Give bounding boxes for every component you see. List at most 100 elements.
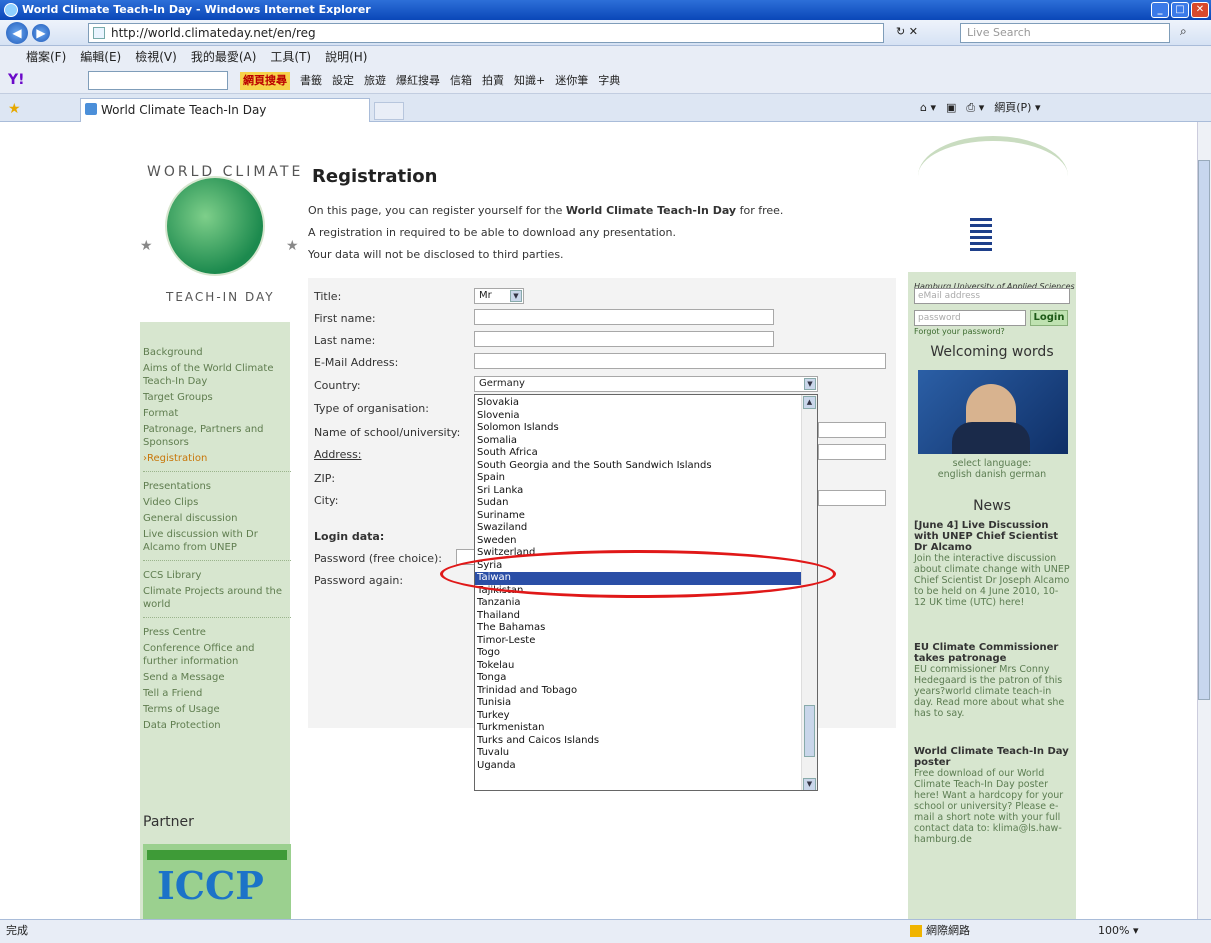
yahoo-knowledge-button[interactable]: 知識+ bbox=[514, 72, 545, 90]
country-option[interactable]: Slovakia bbox=[475, 397, 803, 410]
country-option[interactable]: Switzerland bbox=[475, 547, 803, 560]
yahoo-hot-search-button[interactable]: 爆紅搜尋 bbox=[396, 72, 440, 90]
country-option[interactable]: Turkey bbox=[475, 710, 803, 723]
new-tab-button[interactable] bbox=[374, 102, 404, 120]
first-name-field[interactable] bbox=[474, 309, 774, 325]
country-option[interactable]: Suriname bbox=[475, 510, 803, 523]
sidebar-item-presentations[interactable]: Presentations bbox=[143, 480, 291, 493]
url-input[interactable]: http://world.climateday.net/en/reg bbox=[88, 23, 884, 43]
sidebar-item-aims[interactable]: Aims of the World Climate Teach-In Day bbox=[143, 362, 291, 388]
menu-favorites[interactable]: 我的最愛(A) bbox=[191, 46, 257, 68]
country-option[interactable]: Tanzania bbox=[475, 597, 803, 610]
country-option[interactable]: Trinidad and Tobago bbox=[475, 685, 803, 698]
yahoo-mail-button[interactable]: 信箱 bbox=[450, 72, 472, 90]
page-scrollbar[interactable] bbox=[1197, 122, 1211, 919]
sidebar-item-tell-friend[interactable]: Tell a Friend bbox=[143, 687, 291, 700]
sidebar-item-ccs-library[interactable]: CCS Library bbox=[143, 569, 291, 582]
country-option[interactable]: Tonga bbox=[475, 672, 803, 685]
password-field[interactable] bbox=[456, 549, 476, 565]
zoom-level[interactable]: 100% ▾ bbox=[1098, 920, 1138, 942]
country-option[interactable]: Thailand bbox=[475, 610, 803, 623]
sidebar-item-send-message[interactable]: Send a Message bbox=[143, 671, 291, 684]
sidebar-item-terms[interactable]: Terms of Usage bbox=[143, 703, 291, 716]
country-option[interactable]: Tokelau bbox=[475, 660, 803, 673]
country-option[interactable]: Sweden bbox=[475, 535, 803, 548]
sidebar-item-live-discussion[interactable]: Live discussion with Dr Alcamo from UNEP bbox=[143, 528, 291, 554]
country-option[interactable]: Togo bbox=[475, 647, 803, 660]
login-email-field[interactable]: eMail address bbox=[914, 288, 1070, 304]
close-button[interactable]: ✕ bbox=[1191, 2, 1209, 18]
sidebar-item-patronage[interactable]: Patronage, Partners and Sponsors bbox=[143, 423, 291, 449]
favorites-star-icon[interactable]: ★ bbox=[8, 101, 21, 117]
menu-edit[interactable]: 編輯(E) bbox=[80, 46, 121, 68]
country-option[interactable]: Turkmenistan bbox=[475, 722, 803, 735]
chevron-down-icon[interactable]: ▼ bbox=[510, 290, 522, 302]
last-name-field[interactable] bbox=[474, 331, 774, 347]
scroll-thumb[interactable] bbox=[804, 705, 815, 757]
language-links[interactable]: english danish german bbox=[908, 469, 1076, 480]
menu-help[interactable]: 說明(H) bbox=[325, 46, 367, 68]
country-option[interactable]: South Georgia and the South Sandwich Isl… bbox=[475, 460, 803, 473]
sidebar-item-general-discussion[interactable]: General discussion bbox=[143, 512, 291, 525]
forward-button[interactable]: ▶ bbox=[32, 24, 50, 42]
country-option[interactable]: Tuvalu bbox=[475, 747, 803, 760]
email-field[interactable] bbox=[474, 353, 886, 369]
country-select[interactable]: Germany ▼ bbox=[474, 376, 818, 392]
yahoo-logo[interactable]: Y! bbox=[8, 72, 25, 88]
country-option[interactable]: Syria bbox=[475, 560, 803, 573]
search-icon[interactable]: ⌕ bbox=[1180, 24, 1187, 39]
menu-file[interactable]: 檔案(F) bbox=[26, 46, 66, 68]
yahoo-travel-button[interactable]: 旅遊 bbox=[364, 72, 386, 90]
yahoo-dictionary-button[interactable]: 字典 bbox=[598, 72, 620, 90]
yahoo-web-search-button[interactable]: 網頁搜尋 bbox=[240, 72, 290, 90]
sidebar-item-target-groups[interactable]: Target Groups bbox=[143, 391, 291, 404]
country-option[interactable]: Timor-Leste bbox=[475, 635, 803, 648]
scroll-down-icon[interactable]: ▼ bbox=[803, 778, 816, 790]
iccp-logo[interactable]: ICCP bbox=[143, 844, 291, 919]
country-option[interactable]: Tunisia bbox=[475, 697, 803, 710]
search-input[interactable]: Live Search bbox=[960, 23, 1170, 43]
login-button[interactable]: Login bbox=[1030, 310, 1068, 326]
country-option[interactable]: The Bahamas bbox=[475, 622, 803, 635]
sidebar-item-format[interactable]: Format bbox=[143, 407, 291, 420]
dropdown-scrollbar[interactable]: ▲ ▼ bbox=[801, 395, 817, 790]
sidebar-item-video-clips[interactable]: Video Clips bbox=[143, 496, 291, 509]
address-field[interactable] bbox=[818, 444, 886, 460]
scroll-up-icon[interactable]: ▲ bbox=[803, 396, 816, 409]
feeds-icon[interactable]: ▣ bbox=[946, 100, 956, 116]
country-option[interactable]: Spain bbox=[475, 472, 803, 485]
country-option[interactable]: Sri Lanka bbox=[475, 485, 803, 498]
news-item[interactable]: World Climate Teach-In Day poster Free d… bbox=[914, 746, 1070, 845]
page-menu-button[interactable]: 網頁(P) ▾ bbox=[994, 100, 1040, 116]
yahoo-auction-button[interactable]: 拍賣 bbox=[482, 72, 504, 90]
menu-tools[interactable]: 工具(T) bbox=[270, 46, 311, 68]
city-field[interactable] bbox=[818, 490, 886, 506]
maximize-button[interactable]: □ bbox=[1171, 2, 1189, 18]
print-icon[interactable]: ⎙ ▾ bbox=[966, 100, 984, 116]
country-option[interactable]: Sudan bbox=[475, 497, 803, 510]
back-button[interactable]: ◀ bbox=[6, 22, 28, 44]
login-password-field[interactable]: password bbox=[914, 310, 1026, 326]
forgot-password-link[interactable]: Forgot your password? bbox=[914, 327, 1005, 336]
country-option[interactable]: Solomon Islands bbox=[475, 422, 803, 435]
yahoo-bookmarks-button[interactable]: 書籤 bbox=[300, 72, 322, 90]
country-option[interactable]: Slovenia bbox=[475, 410, 803, 423]
sidebar-item-press-centre[interactable]: Press Centre bbox=[143, 626, 291, 639]
yahoo-search-input[interactable] bbox=[88, 71, 228, 90]
country-option[interactable]: Swaziland bbox=[475, 522, 803, 535]
news-item[interactable]: EU Climate Commissioner takes patronage … bbox=[914, 642, 1070, 719]
country-option[interactable]: Somalia bbox=[475, 435, 803, 448]
sidebar-item-data-protection[interactable]: Data Protection bbox=[143, 719, 291, 732]
minimize-button[interactable]: _ bbox=[1151, 2, 1169, 18]
country-option[interactable]: Taiwan bbox=[475, 572, 803, 585]
title-select[interactable]: Mr ▼ bbox=[474, 288, 524, 304]
tab-world-climate[interactable]: World Climate Teach-In Day bbox=[80, 98, 370, 122]
country-option[interactable]: South Africa bbox=[475, 447, 803, 460]
sidebar-item-registration[interactable]: ›Registration bbox=[143, 452, 291, 465]
country-option[interactable]: Turks and Caicos Islands bbox=[475, 735, 803, 748]
sidebar-item-conference-office[interactable]: Conference Office and further informatio… bbox=[143, 642, 291, 668]
refresh-icon[interactable]: ↻ ✕ bbox=[896, 25, 918, 38]
country-option[interactable]: Uganda bbox=[475, 760, 803, 773]
sidebar-item-climate-projects[interactable]: Climate Projects around the world bbox=[143, 585, 291, 611]
menu-view[interactable]: 檢視(V) bbox=[135, 46, 177, 68]
